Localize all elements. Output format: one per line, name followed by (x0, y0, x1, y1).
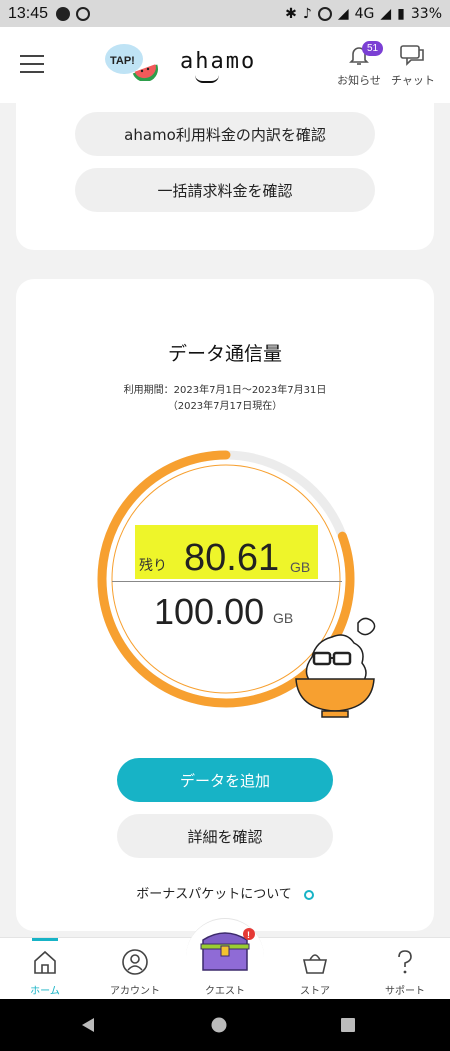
battery-icon: ▮ (397, 5, 405, 22)
signal-icon: ◢ (337, 5, 349, 22)
nav-home[interactable]: ホーム (0, 938, 90, 1000)
brand-logo: ahamo (180, 49, 257, 74)
status-bar: 13:45 ✱ ♪ ◢ 4G ◢ ▮ 33% (0, 0, 450, 27)
system-navigation-bar (0, 999, 450, 1051)
basket-icon (302, 954, 328, 974)
hotspot-status-icon (317, 6, 332, 21)
notification-count-badge: 51 (362, 41, 384, 56)
account-icon (122, 949, 148, 975)
hamburger-menu-icon[interactable] (20, 55, 44, 73)
add-data-button[interactable]: データを追加 (117, 758, 333, 802)
nav-store[interactable]: ストア (270, 938, 360, 1000)
nav-quest[interactable]: ! クエスト (180, 928, 270, 1000)
watermelon-logo-icon[interactable]: TAP! (104, 41, 160, 81)
info-icon (303, 889, 314, 900)
bluetooth-icon: ✱ (285, 5, 297, 22)
app-header: TAP! ahamo 51 お知らせ チャット (0, 27, 450, 103)
mute-icon: ♪ (302, 5, 312, 22)
home-icon (34, 950, 56, 974)
notifications-button[interactable]: 51 お知らせ (334, 41, 384, 88)
details-button[interactable]: 詳細を確認 (117, 814, 333, 858)
bonus-packet-link[interactable]: ボーナスパケットについて (16, 883, 434, 902)
signal-icon-2: ◢ (380, 5, 392, 22)
status-time: 13:45 (8, 4, 49, 22)
chat-icon (400, 45, 424, 66)
chat-button[interactable]: チャット (388, 43, 438, 88)
hotspot-icon (76, 6, 91, 21)
total-unit: GB (273, 610, 294, 626)
brand-smile (195, 75, 219, 83)
nav-home-label: ホーム (30, 986, 60, 997)
gauge-divider (112, 581, 342, 582)
treasure-chest-icon: ! (200, 928, 255, 971)
svg-text:!: ! (247, 930, 250, 940)
messenger-icon (56, 6, 71, 21)
question-icon (398, 950, 412, 974)
breakdown-button[interactable]: ahamo利用料金の内訳を確認 (75, 112, 375, 156)
home-button-icon[interactable] (211, 1017, 227, 1033)
remaining-value: 80.61 (184, 537, 280, 579)
nav-account[interactable]: アカウント (90, 938, 180, 1000)
remaining-unit: GB (290, 559, 311, 575)
usage-period-range: 利用期間：2023年7月1日〜2023年7月31日 (123, 385, 327, 396)
network-type: 4G (354, 5, 375, 22)
usage-as-of-date: （2023年7月17日現在） (167, 401, 283, 412)
nav-support[interactable]: サポート (360, 938, 450, 1000)
notifications-label: お知らせ (337, 74, 381, 87)
data-usage-card: データ通信量 利用期間：2023年7月1日〜2023年7月31日 （2023年7… (16, 279, 434, 931)
nav-store-label: ストア (300, 986, 330, 997)
total-value: 100.00 (154, 591, 265, 632)
rice-bowl-mascot-icon (295, 617, 376, 718)
nav-support-label: サポート (385, 986, 425, 997)
bonus-packet-label: ボーナスパケットについて (136, 887, 292, 902)
data-usage-title: データ通信量 (167, 343, 282, 365)
battery-level: 33% (410, 5, 442, 22)
billing-card: ahamo利用料金の内訳を確認 一括請求料金を確認 (16, 96, 434, 250)
logo-badge-text: TAP! (110, 55, 135, 67)
active-tab-indicator (32, 938, 58, 941)
recents-icon[interactable] (340, 1017, 356, 1033)
bulk-billing-button[interactable]: 一括請求料金を確認 (75, 168, 375, 212)
nav-account-label: アカウント (110, 986, 160, 997)
chat-label: チャット (391, 74, 435, 87)
usage-period: 利用期間：2023年7月1日〜2023年7月31日 （2023年7月17日現在） (16, 383, 434, 415)
back-icon[interactable] (80, 1017, 96, 1033)
bottom-navigation: ホーム アカウント ! クエスト ストア サポート (0, 918, 450, 1000)
nav-quest-label: クエスト (205, 986, 245, 997)
remaining-label: 残り (139, 558, 167, 574)
